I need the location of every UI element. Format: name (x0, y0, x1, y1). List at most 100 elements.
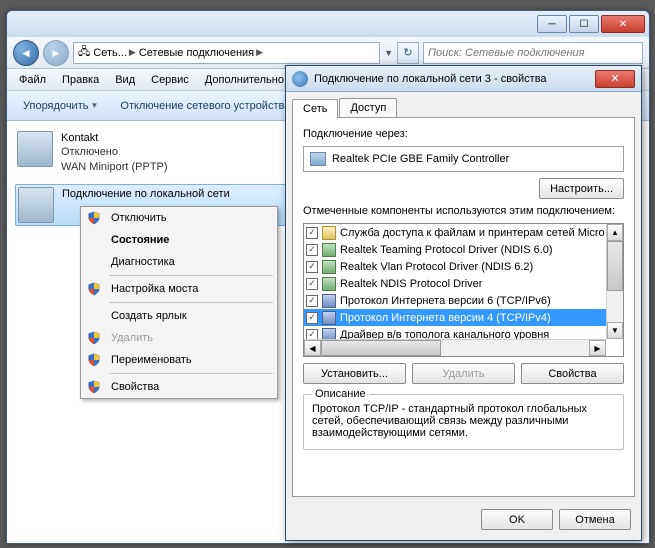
chevron-right-icon: ▶ (129, 47, 136, 58)
drv-icon (322, 277, 336, 291)
close-button[interactable]: ✕ (601, 15, 645, 33)
chevron-down-icon: ▼ (90, 101, 98, 110)
scroll-left-button[interactable]: ◀ (304, 340, 321, 356)
dialog-title: Подключение по локальной сети 3 - свойст… (314, 73, 589, 85)
adapter-icon (310, 152, 326, 166)
scroll-up-button[interactable]: ▲ (607, 224, 623, 241)
proto-icon (322, 294, 336, 308)
shield-icon (87, 331, 101, 345)
components-label: Отмеченные компоненты используются этим … (303, 205, 624, 217)
component-row[interactable]: ✓ Протокол Интернета версии 6 (TCP/IPv6) (304, 292, 623, 309)
disable-device-button[interactable]: Отключение сетевого устройства (110, 96, 300, 116)
shield-icon (87, 282, 101, 296)
properties-button[interactable]: Свойства (521, 363, 624, 384)
menu-tools[interactable]: Сервис (143, 72, 197, 88)
connection-name: Подключение по локальной сети (62, 187, 230, 201)
scroll-right-button[interactable]: ▶ (589, 340, 606, 356)
configure-button[interactable]: Настроить... (539, 178, 624, 199)
shield-icon (87, 211, 101, 225)
tab-network[interactable]: Сеть (292, 99, 338, 118)
checkbox[interactable]: ✓ (306, 244, 318, 256)
tab-strip: Сеть Доступ (286, 92, 641, 117)
adapter-name: Realtek PCIe GBE Family Controller (332, 153, 509, 165)
ctx-item-состояние[interactable]: Состояние (81, 229, 277, 251)
component-row[interactable]: ✓ Протокол Интернета версии 4 (TCP/IPv4) (304, 309, 623, 326)
components-list: ✓ Служба доступа к файлам и принтерам сет… (303, 223, 624, 357)
ctx-item-свойства[interactable]: Свойства (81, 376, 277, 398)
component-row[interactable]: ✓ Realtek Teaming Protocol Driver (NDIS 6… (304, 241, 623, 258)
maximize-button[interactable]: ☐ (569, 15, 599, 33)
drv-icon (322, 243, 336, 257)
minimize-button[interactable]: ─ (537, 15, 567, 33)
network-icon: 🖧 (78, 43, 90, 62)
remove-button: Удалить (412, 363, 515, 384)
context-menu: Отключить Состояние Диагностика Настройка м… (80, 206, 278, 399)
horizontal-scrollbar[interactable]: ◀ ▶ (304, 339, 606, 356)
vertical-scrollbar[interactable]: ▲ ▼ (606, 224, 623, 339)
scroll-thumb[interactable] (607, 241, 623, 291)
titlebar: ─ ☐ ✕ (7, 11, 649, 37)
component-row[interactable]: ✓ Realtek NDIS Protocol Driver (304, 275, 623, 292)
breadcrumb[interactable]: 🖧 Сеть...▶ Сетевые подключения▶ (73, 42, 380, 64)
forward-button[interactable]: ► (43, 40, 69, 66)
back-button[interactable]: ◄ (13, 40, 39, 66)
checkbox[interactable]: ✓ (306, 227, 318, 239)
component-label: Протокол Интернета версии 4 (TCP/IPv4) (340, 312, 551, 324)
menu-file[interactable]: Файл (11, 72, 54, 88)
network-icon (292, 71, 308, 87)
component-label: Протокол Интернета версии 6 (TCP/IPv6) (340, 295, 551, 307)
scroll-thumb[interactable] (321, 340, 441, 356)
scroll-down-button[interactable]: ▼ (607, 322, 623, 339)
description-group: Описание Протокол TCP/IP - стандартный п… (303, 394, 624, 450)
ctx-label: Состояние (111, 234, 169, 246)
component-label: Realtek NDIS Protocol Driver (340, 278, 482, 290)
tab-access[interactable]: Доступ (339, 98, 397, 117)
refresh-button[interactable]: ↻ (397, 42, 419, 64)
ctx-item-удалить: Удалить (81, 327, 277, 349)
shield-icon (87, 353, 101, 367)
connection-icon (18, 187, 54, 223)
separator (109, 373, 273, 374)
ctx-label: Свойства (111, 381, 159, 393)
ctx-label: Создать ярлык (111, 310, 187, 322)
dialog-titlebar: Подключение по локальной сети 3 - свойст… (286, 66, 641, 92)
crumb-connections[interactable]: Сетевые подключения (139, 47, 254, 59)
ctx-item-диагностика[interactable]: Диагностика (81, 251, 277, 273)
close-button[interactable]: ✕ (595, 70, 635, 88)
install-button[interactable]: Установить... (303, 363, 406, 384)
checkbox[interactable]: ✓ (306, 312, 318, 324)
ctx-label: Удалить (111, 332, 153, 344)
connection-name: Kontakt (61, 131, 168, 145)
adapter-field: Realtek PCIe GBE Family Controller (303, 146, 624, 172)
menu-advanced[interactable]: Дополнительно (197, 72, 292, 88)
cancel-button[interactable]: Отмена (559, 509, 631, 530)
ctx-item-настройка-моста[interactable]: Настройка моста (81, 278, 277, 300)
ctx-item-отключить[interactable]: Отключить (81, 207, 277, 229)
svc-icon (322, 226, 336, 240)
connection-status: Отключено (61, 145, 168, 159)
checkbox[interactable]: ✓ (306, 295, 318, 307)
organize-button[interactable]: Упорядочить ▼ (13, 96, 108, 116)
separator (109, 302, 273, 303)
crumb-network[interactable]: Сеть... (93, 47, 127, 59)
ctx-item-переименовать[interactable]: Переименовать (81, 349, 277, 371)
connection-device: WAN Miniport (PPTP) (61, 160, 168, 174)
component-label: Realtek Teaming Protocol Driver (NDIS 6.… (340, 244, 553, 256)
ok-button[interactable]: OK (481, 509, 553, 530)
menu-edit[interactable]: Правка (54, 72, 107, 88)
connection-icon (17, 131, 53, 167)
component-row[interactable]: ✓Realtek Vlan Protocol Driver (NDIS 6.2) (304, 258, 623, 275)
ctx-label: Переименовать (111, 354, 192, 366)
search-input[interactable] (423, 42, 643, 64)
ctx-label: Диагностика (111, 256, 175, 268)
chevron-down-icon[interactable]: ▼ (384, 48, 393, 58)
menu-view[interactable]: Вид (107, 72, 143, 88)
separator (109, 275, 273, 276)
ctx-item-создать-ярлык[interactable]: Создать ярлык (81, 305, 277, 327)
connect-via-label: Подключение через: (303, 128, 624, 140)
component-row[interactable]: ✓ Служба доступа к файлам и принтерам сет… (304, 224, 623, 241)
description-title: Описание (312, 388, 369, 400)
checkbox[interactable]: ✓ (306, 261, 318, 273)
checkbox[interactable]: ✓ (306, 278, 318, 290)
component-label: Служба доступа к файлам и принтерам сете… (340, 227, 605, 239)
